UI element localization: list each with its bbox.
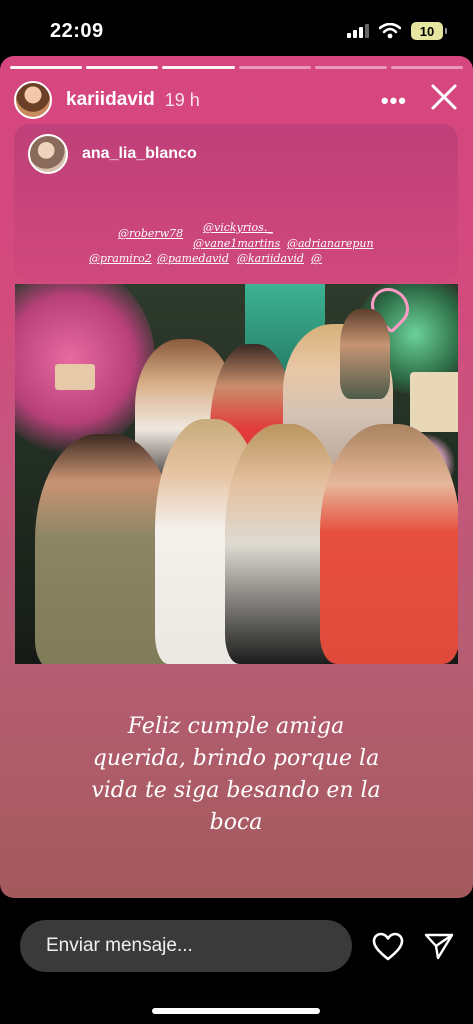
wifi-icon [379, 23, 401, 39]
repost-author[interactable]: ana_lia_blanco [28, 134, 197, 174]
progress-segment [86, 66, 159, 69]
post-time: 19 h [164, 89, 200, 110]
battery-icon: 10 [411, 22, 447, 40]
caption-line: boca [209, 810, 263, 835]
message-input[interactable] [20, 920, 352, 972]
mention-tag[interactable]: @kariidavid [237, 252, 304, 265]
progress-segment [162, 66, 235, 69]
mention-tag[interactable]: @pramiro2 [89, 252, 152, 265]
more-icon[interactable]: ••• [381, 88, 407, 114]
group-photo [15, 284, 458, 664]
repost-username[interactable]: ana_lia_blanco [82, 145, 197, 163]
mention-tag[interactable]: @adrianarepun [287, 237, 374, 250]
repost-avatar[interactable] [28, 134, 68, 174]
reply-bar [0, 898, 473, 1024]
battery-level: 10 [419, 23, 435, 39]
caption-line: Feliz cumple amiga [127, 714, 345, 739]
heart-icon[interactable] [372, 931, 404, 963]
story-progress [10, 66, 464, 69]
mention-tag[interactable]: @ [311, 252, 322, 265]
mention-tag[interactable]: @vickyrios._ [203, 221, 273, 234]
caption-line: vida te siga besando en la [91, 778, 381, 803]
status-icons: 10 [347, 22, 447, 40]
progress-segment [10, 66, 83, 69]
send-icon[interactable] [424, 931, 454, 961]
status-time: 22:09 [50, 20, 104, 42]
author-username[interactable]: kariidavid [66, 89, 155, 111]
story-header: kariidavid 19 h ••• [14, 80, 459, 120]
status-bar: 22:09 10 [0, 0, 473, 56]
mention-tag[interactable]: @roberw78 [118, 227, 183, 240]
repost-card[interactable]: ana_lia_blanco [14, 124, 458, 282]
story-caption: Feliz cumple amiga querida, brindo porqu… [36, 711, 436, 839]
progress-segment [314, 66, 387, 69]
caption-line: querida, brindo porque la [92, 746, 380, 771]
progress-segment [390, 66, 464, 69]
close-icon[interactable] [429, 82, 459, 112]
home-indicator[interactable] [152, 1008, 320, 1014]
author-avatar[interactable] [14, 81, 52, 119]
mention-tag[interactable]: @pamedavid [157, 252, 229, 265]
story-viewer[interactable]: kariidavid 19 h ••• ana_lia_blanco @robe… [0, 56, 473, 898]
mention-tag[interactable]: @vane1martins [193, 237, 280, 250]
signal-icon [347, 24, 369, 38]
progress-segment [238, 66, 311, 69]
